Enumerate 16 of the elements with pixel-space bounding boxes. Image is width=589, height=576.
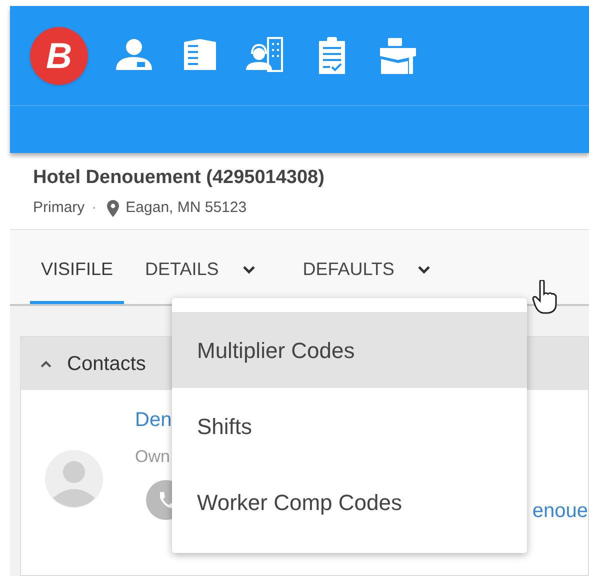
logo[interactable]: B: [30, 26, 88, 84]
separator-dot: ·: [92, 198, 97, 218]
contacts-title: Contacts: [67, 352, 146, 376]
avatar: [45, 450, 103, 508]
menu-item[interactable]: Shifts: [172, 388, 527, 464]
tab[interactable]: DEFAULTS: [292, 238, 444, 304]
briefcase-icon[interactable]: [378, 36, 418, 76]
company-type: Primary: [33, 198, 85, 218]
tab[interactable]: DETAILS: [134, 238, 268, 304]
company-name: Hotel Denouement (4295014308): [33, 166, 326, 190]
company-location: Eagan, MN 55123: [126, 198, 247, 218]
contact-email-link[interactable]: enoue: [532, 496, 588, 526]
location-pin-icon: [106, 200, 119, 217]
menu-item[interactable]: Multiplier Codes: [172, 312, 527, 388]
contact-role: Own: [135, 446, 171, 468]
menu-item[interactable]: Worker Comp Codes: [172, 464, 527, 540]
